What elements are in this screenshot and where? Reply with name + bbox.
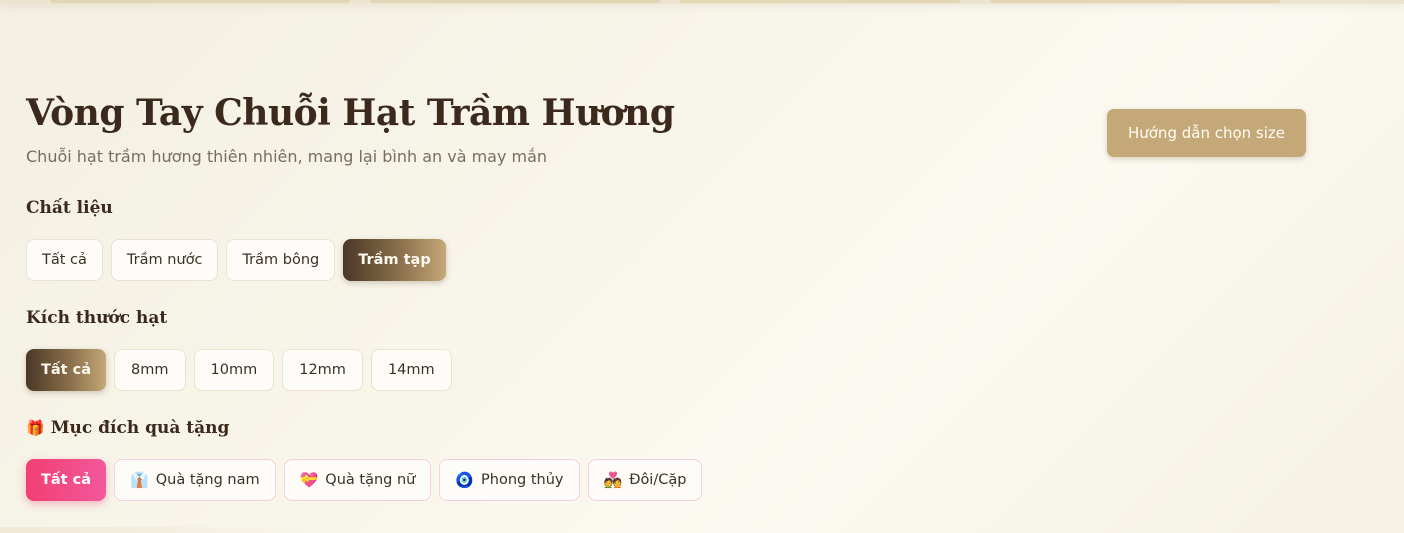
top-product-strip (0, 0, 1404, 4)
material-filter-label-text: Chất liệu (26, 198, 113, 218)
bead-size-filter-label: Kích thước hạt (26, 308, 167, 328)
gift-option-couple-label: Đôi/Cặp (629, 472, 687, 488)
gift-option-all-label: Tất cả (41, 472, 92, 488)
material-filter-row: Tất cả Trầm nước Trầm bông Trầm tạp (26, 239, 446, 281)
bead-size-option-14mm[interactable]: 14mm (370, 349, 452, 391)
gift-option-men[interactable]: 👔 Quà tặng nam (114, 459, 276, 501)
gift-option-men-label: Quà tặng nam (155, 472, 260, 488)
bead-size-option-10mm[interactable]: 10mm (193, 349, 275, 391)
material-option-tram-tap[interactable]: Trầm tạp (343, 239, 446, 281)
gift-filter-row: Tất cả 👔 Quà tặng nam 💝 Quà tặng nữ 🧿 Ph… (26, 459, 703, 501)
nazar-amulet-icon: 🧿 (455, 470, 475, 489)
bead-size-filter-row: Tất cả 8mm 10mm 12mm 14mm (26, 349, 452, 391)
page-title: Vòng Tay Chuỗi Hạt Trầm Hương (26, 92, 675, 134)
bead-size-option-all[interactable]: Tất cả (26, 349, 107, 391)
gift-icon: 🎁 (26, 418, 45, 437)
bead-size-option-8mm[interactable]: 8mm (114, 349, 186, 391)
top-strip-segment (680, 0, 960, 3)
bead-size-filter-label-text: Kích thước hạt (26, 308, 168, 328)
gift-option-fengshui-label: Phong thủy (481, 472, 564, 488)
top-strip-segment (370, 0, 660, 3)
top-strip-segment (990, 0, 1280, 3)
material-option-all[interactable]: Tất cả (26, 239, 103, 281)
top-strip-segment (50, 0, 350, 3)
necktie-icon: 👔 (130, 470, 149, 489)
gift-option-couple[interactable]: 💑 Đôi/Cặp (587, 459, 703, 501)
material-option-tram-bong[interactable]: Trầm bông (226, 239, 336, 281)
heart-gift-icon: 💝 (299, 470, 319, 489)
page-subtitle: Chuỗi hạt trầm hương thiên nhiên, mang l… (26, 147, 548, 166)
gift-option-all[interactable]: Tất cả (26, 459, 107, 501)
couple-icon: 💑 (603, 470, 623, 489)
bottom-card-edge (0, 527, 330, 533)
gift-option-women-label: Quà tặng nữ (325, 472, 416, 488)
gift-option-women[interactable]: 💝 Quà tặng nữ (283, 459, 432, 501)
material-filter-label: Chất liệu (26, 198, 113, 218)
gift-filter-label: 🎁 Mục đích quà tặng (26, 418, 229, 438)
size-guide-button[interactable]: Hướng dẫn chọn size (1107, 109, 1306, 157)
material-option-tram-nuoc[interactable]: Trầm nước (110, 239, 219, 281)
gift-filter-label-text: Mục đích quà tặng (50, 418, 230, 438)
bead-size-option-12mm[interactable]: 12mm (282, 349, 363, 391)
gift-option-fengshui[interactable]: 🧿 Phong thủy (439, 459, 580, 501)
